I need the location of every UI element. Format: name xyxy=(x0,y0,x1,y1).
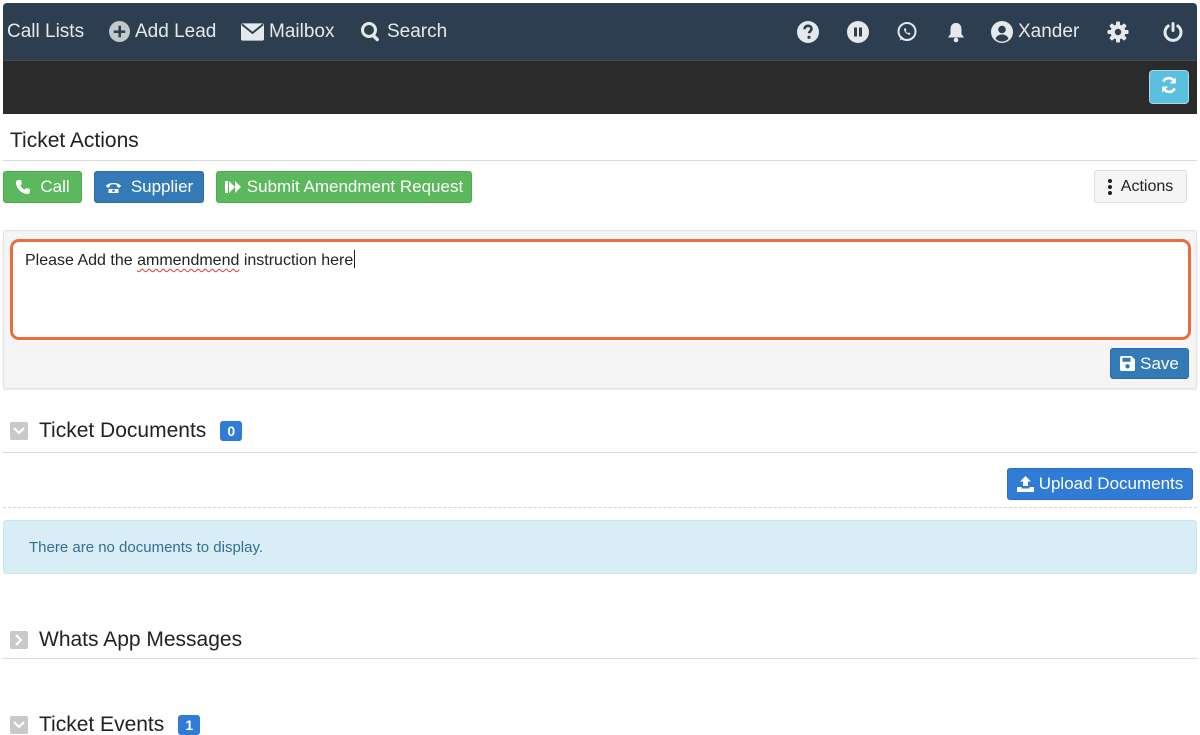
actions-menu-label: Actions xyxy=(1120,177,1174,195)
question-circle-icon[interactable] xyxy=(797,21,819,43)
upload-documents-button[interactable]: Upload Documents xyxy=(1007,468,1193,500)
chevron-right-icon xyxy=(10,631,28,649)
divider xyxy=(3,658,1197,659)
nav-call-lists[interactable]: Call Lists xyxy=(7,3,84,60)
amendment-text-after: instruction here xyxy=(239,252,354,269)
nav-search-label: Search xyxy=(387,20,448,42)
fast-forward-icon xyxy=(224,180,243,194)
whatsapp-messages-header[interactable]: Whats App Messages xyxy=(10,628,242,652)
documents-count-badge: 0 xyxy=(220,421,243,441)
ticket-actions-title: Ticket Actions xyxy=(10,129,139,152)
chevron-down-icon xyxy=(10,716,28,734)
nav-user-menu[interactable]: Xander xyxy=(991,3,1079,60)
call-button-label: Call xyxy=(40,177,70,196)
amendment-textarea[interactable]: Please Add the ammendmend instruction he… xyxy=(10,239,1191,340)
floppy-disk-icon xyxy=(1120,356,1136,371)
nav-search[interactable]: Search xyxy=(360,3,447,60)
submit-amendment-label: Submit Amendment Request xyxy=(246,177,464,196)
vertical-ellipsis-icon xyxy=(1107,178,1112,195)
search-icon xyxy=(360,21,382,43)
refresh-button[interactable] xyxy=(1149,70,1189,104)
amendment-text-misspelled: ammendmend xyxy=(137,252,240,269)
save-button-label: Save xyxy=(1140,353,1179,373)
ticket-events-title: Ticket Events xyxy=(39,713,165,735)
whatsapp-messages-title: Whats App Messages xyxy=(39,628,243,651)
plus-circle-icon xyxy=(109,21,130,42)
supplier-button-label: Supplier xyxy=(130,177,194,196)
nav-call-lists-label: Call Lists xyxy=(7,20,85,42)
nav-add-lead-label: Add Lead xyxy=(135,20,217,42)
top-navbar: Call Lists Add Lead Mailbox Search Xande… xyxy=(3,3,1197,60)
upload-documents-label: Upload Documents xyxy=(1038,474,1184,493)
divider xyxy=(3,160,1197,161)
pause-circle-icon[interactable] xyxy=(847,21,869,43)
ticket-events-header[interactable]: Ticket Events 1 xyxy=(10,713,201,735)
divider xyxy=(3,452,1197,453)
whatsapp-icon[interactable] xyxy=(896,21,918,43)
user-circle-icon xyxy=(991,20,1013,43)
supplier-phone-icon xyxy=(105,180,122,194)
chevron-down-icon xyxy=(10,422,28,440)
page-toolbar xyxy=(3,60,1197,114)
supplier-button[interactable]: Supplier xyxy=(94,171,204,203)
amendment-text-before: Please Add the xyxy=(25,252,138,269)
bell-icon[interactable] xyxy=(945,21,967,43)
call-button[interactable]: Call xyxy=(3,171,82,203)
save-button[interactable]: Save xyxy=(1110,348,1189,379)
submit-amendment-button[interactable]: Submit Amendment Request xyxy=(216,171,472,203)
phone-icon xyxy=(15,179,31,195)
no-documents-message: There are no documents to display. xyxy=(29,538,264,556)
nav-add-lead[interactable]: Add Lead xyxy=(109,3,216,60)
text-caret xyxy=(354,250,356,268)
nav-mailbox[interactable]: Mailbox xyxy=(241,3,334,60)
ticket-documents-header[interactable]: Ticket Documents 0 xyxy=(10,419,243,443)
nav-user-name: Xander xyxy=(1018,20,1080,42)
ticket-documents-title: Ticket Documents xyxy=(39,419,207,442)
refresh-icon xyxy=(1159,75,1179,100)
envelope-icon xyxy=(241,22,264,41)
events-count-badge: 1 xyxy=(178,715,201,735)
no-documents-alert: There are no documents to display. xyxy=(3,520,1197,574)
nav-mailbox-label: Mailbox xyxy=(269,20,335,42)
upload-icon xyxy=(1016,476,1034,492)
power-icon[interactable] xyxy=(1162,21,1184,43)
dashed-divider xyxy=(3,507,1197,508)
actions-menu-button[interactable]: Actions xyxy=(1094,170,1187,203)
gear-icon[interactable] xyxy=(1107,21,1129,43)
